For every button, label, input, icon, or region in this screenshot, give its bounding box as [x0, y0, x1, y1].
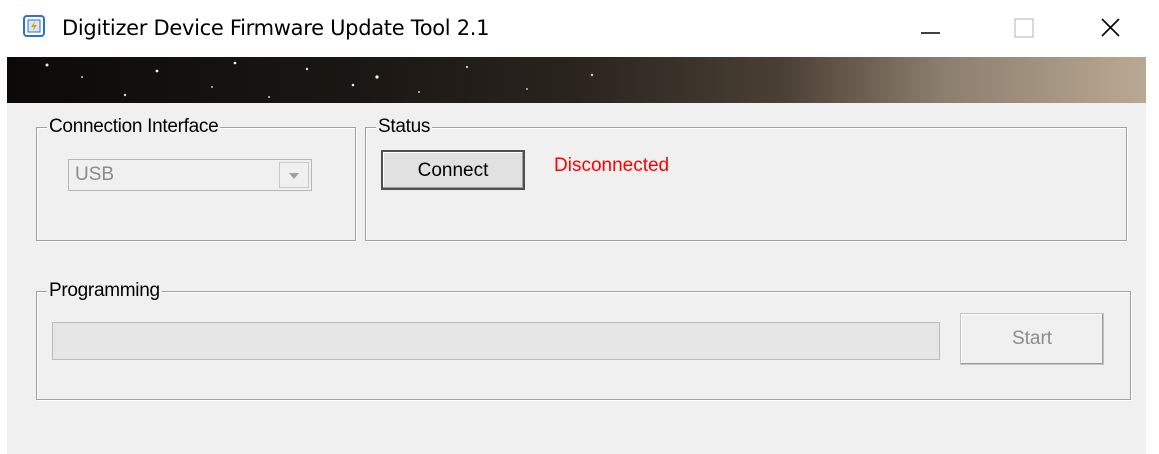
minimize-button[interactable]	[900, 0, 956, 57]
status-group: Status Connect Disconnected	[365, 115, 1127, 241]
programming-group: Programming Start	[36, 279, 1131, 400]
maximize-button[interactable]	[996, 0, 1052, 57]
start-button[interactable]: Start	[960, 313, 1104, 365]
main-panel: Connection Interface USB Status Connect …	[7, 103, 1146, 454]
status-label: Status	[376, 115, 433, 139]
starfield-decoration	[45, 61, 594, 98]
programming-label: Programming	[47, 279, 162, 303]
close-button[interactable]	[1082, 0, 1138, 57]
programming-progress-bar	[52, 322, 940, 360]
header-banner-image	[7, 57, 1146, 103]
title-bar[interactable]: Digitizer Device Firmware Update Tool 2.…	[0, 0, 1159, 57]
connection-interface-label: Connection Interface	[47, 115, 221, 139]
window-title: Digitizer Device Firmware Update Tool 2.…	[62, 16, 490, 40]
interface-select-value: USB	[75, 164, 115, 185]
app-icon	[22, 14, 46, 38]
interface-select[interactable]: USB	[68, 159, 312, 191]
window-right-border	[1146, 57, 1159, 454]
chevron-down-icon[interactable]	[279, 162, 309, 188]
connection-status-text: Disconnected	[554, 155, 670, 176]
connection-interface-group: Connection Interface USB	[36, 115, 356, 241]
window-left-border	[0, 57, 7, 454]
connect-button[interactable]: Connect	[381, 150, 525, 190]
